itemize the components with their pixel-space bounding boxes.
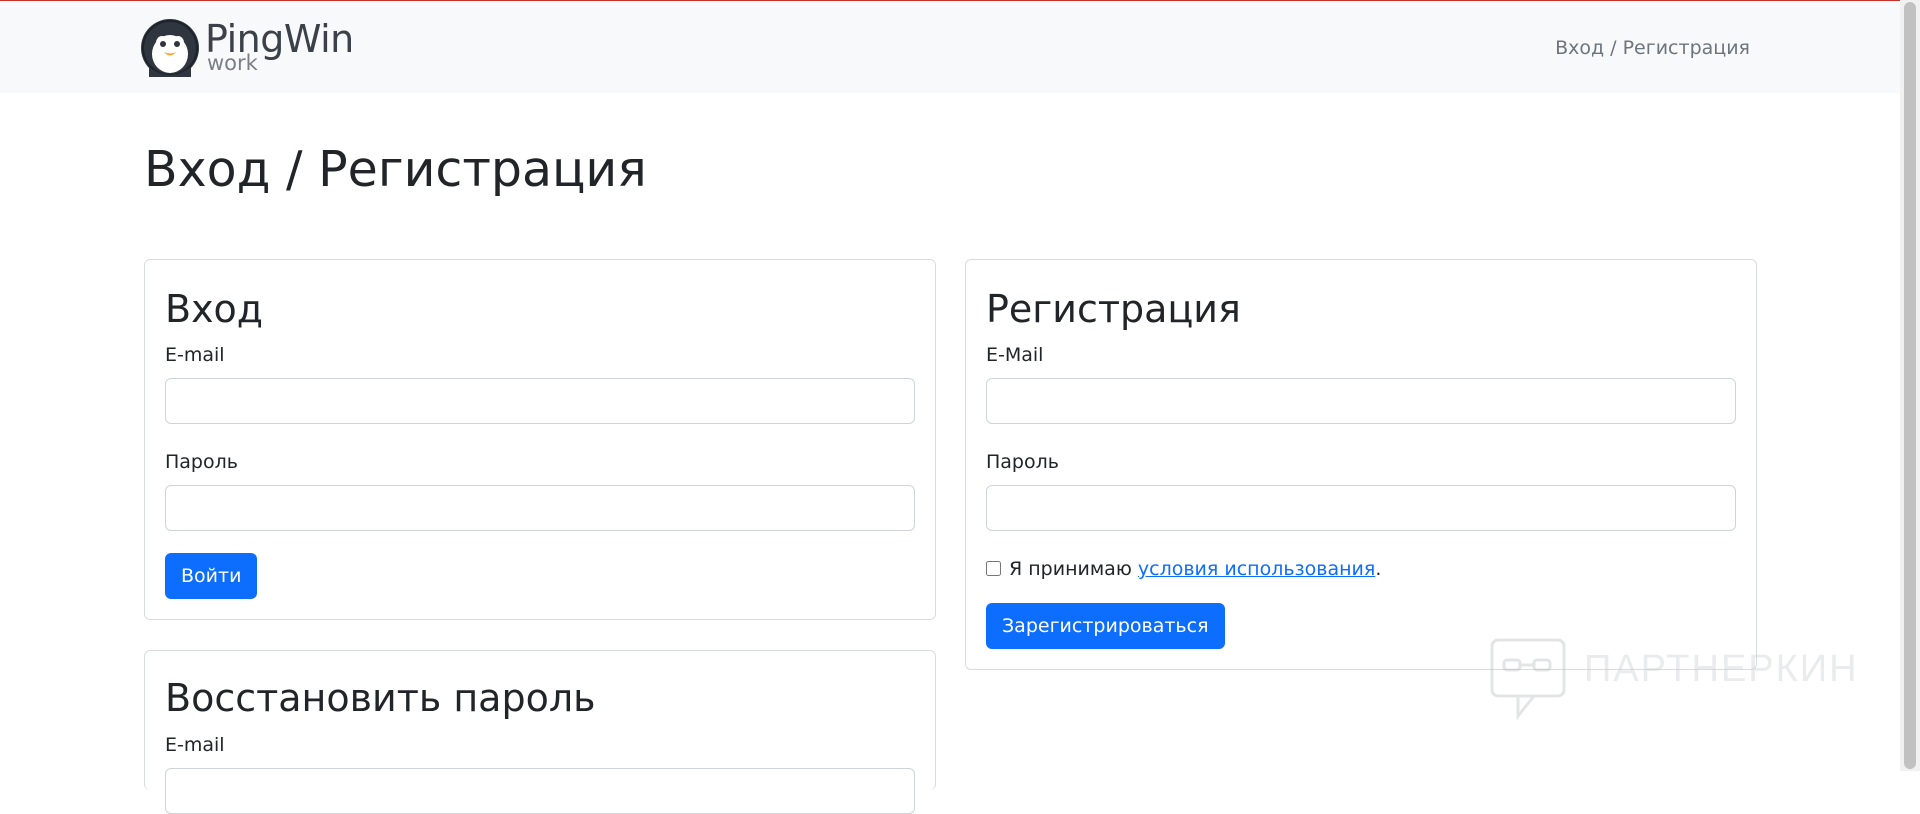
terms-link[interactable]: условия использования (1138, 558, 1375, 580)
login-email-input[interactable] (165, 378, 915, 424)
register-card: Регистрация E-Mail Пароль Я принимаю усл… (965, 259, 1757, 670)
watermark: ПАРТНЕРКИН (1488, 636, 1868, 721)
chat-bubble-icon (1490, 638, 1566, 721)
login-password-label: Пароль (165, 451, 238, 473)
navbar: PingWin work Вход / Регистрация (0, 1, 1900, 93)
recover-email-label: E-mail (165, 734, 225, 756)
register-email-label: E-Mail (986, 344, 1044, 366)
recover-title: Восстановить пароль (165, 676, 596, 720)
vertical-scrollbar[interactable] (1900, 0, 1920, 771)
login-submit-button[interactable]: Войти (165, 553, 258, 599)
register-password-label: Пароль (986, 451, 1059, 473)
scrollbar-thumb[interactable] (1904, 2, 1916, 769)
watermark-text: ПАРТНЕРКИН (1584, 648, 1859, 690)
terms-checkbox[interactable] (986, 561, 1001, 576)
register-title: Регистрация (986, 287, 1241, 331)
brand-sub: work (207, 51, 258, 75)
recover-card: Восстановить пароль E-mail (144, 650, 936, 814)
login-email-label: E-mail (165, 344, 225, 366)
terms-consent: Я принимаю условия использования. (986, 557, 1381, 581)
login-title: Вход (165, 287, 264, 331)
login-password-input[interactable] (165, 485, 915, 531)
terms-prefix: Я принимаю (1009, 558, 1132, 580)
recover-email-input[interactable] (165, 768, 915, 814)
register-password-input[interactable] (986, 485, 1736, 531)
register-submit-button[interactable]: Зарегистрироваться (986, 603, 1225, 649)
login-card: Вход E-mail Пароль Войти (144, 259, 936, 620)
brand-logo[interactable]: PingWin work (139, 17, 379, 79)
terms-suffix: . (1375, 558, 1382, 580)
page-title: Вход / Регистрация (144, 141, 647, 198)
nav-login-register-link[interactable]: Вход / Регистрация (1555, 37, 1750, 59)
register-email-input[interactable] (986, 378, 1736, 424)
penguin-icon (141, 19, 199, 77)
